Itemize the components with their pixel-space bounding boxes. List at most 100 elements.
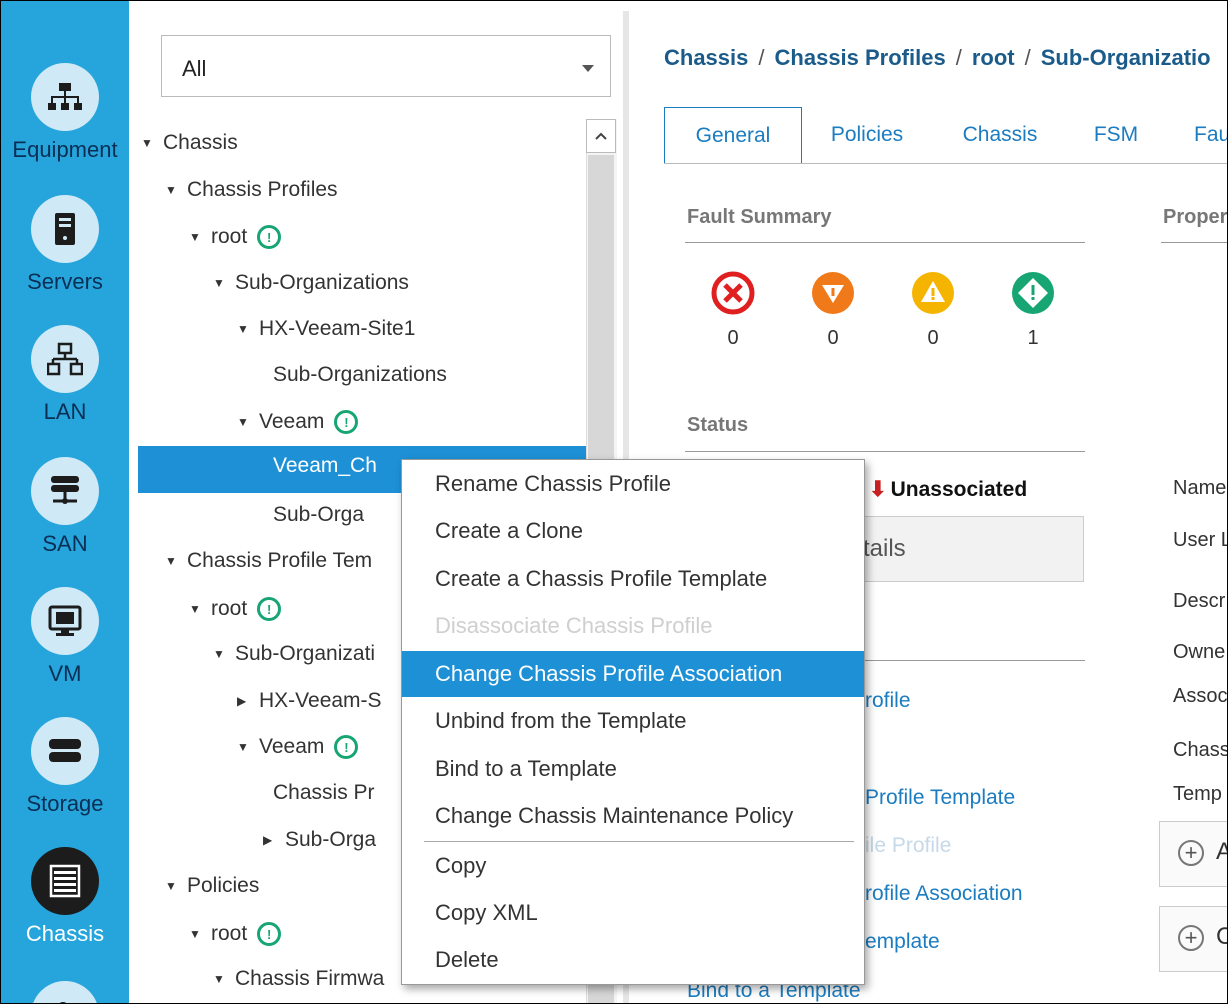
filter-dropdown[interactable]: All [161, 35, 611, 97]
menu-item-change-chassis-profile-association[interactable]: Change Chassis Profile Association [402, 651, 864, 697]
property-label: Assoc [1173, 685, 1228, 707]
action-link[interactable]: rofile Association [865, 882, 1023, 906]
tree-node[interactable]: Sub-Organizations [263, 355, 447, 395]
menu-item-delete[interactable]: Delete [402, 937, 864, 983]
details-label: tails [863, 535, 906, 562]
section-label: A [1216, 838, 1227, 866]
expand-caret-icon[interactable]: ▼ [213, 276, 235, 290]
minor-fault-icon[interactable] [911, 271, 955, 315]
expand-caret-icon[interactable]: ▼ [165, 183, 187, 197]
rail-item-lan[interactable]: LAN [1, 325, 129, 425]
status-value: ⬇ Unassociated [869, 477, 1027, 502]
menu-item-create-chassis-profile-template[interactable]: Create a Chassis Profile Template [402, 556, 864, 602]
plus-icon: + [1178, 840, 1204, 866]
scroll-up-button[interactable] [586, 119, 616, 153]
tree-node-label: Chassis Pr [273, 781, 375, 804]
menu-item-copy-xml[interactable]: Copy XML [402, 890, 864, 936]
tree-node-label: root [211, 597, 248, 620]
status-ok-icon: ! [257, 597, 282, 621]
tree-node[interactable]: ▼ root! [189, 589, 282, 629]
expand-caret-icon[interactable]: ▼ [237, 322, 259, 336]
expand-caret-icon[interactable]: ▼ [189, 602, 211, 616]
major-fault-icon[interactable] [811, 271, 855, 315]
collapse-caret-icon[interactable]: ▶ [237, 694, 259, 708]
expand-caret-icon[interactable]: ▼ [237, 740, 259, 754]
rail-item-vm[interactable]: VM [1, 587, 129, 687]
rail-label: Equipment [12, 137, 118, 162]
tree-node[interactable]: ▼ root! [189, 217, 282, 257]
tree-node[interactable]: ▼ Chassis Profile Tem [165, 541, 372, 581]
rail-label: Storage [26, 791, 104, 816]
tree-node[interactable]: ▼ Chassis Profiles [165, 170, 338, 210]
tree-node-label: HX-Veeam-Site1 [259, 317, 416, 340]
action-link[interactable]: Profile Template [865, 786, 1015, 810]
tree-node[interactable]: ▼ Chassis Firmwa [213, 959, 384, 999]
tree-node[interactable]: ▼ Chassis [141, 123, 238, 163]
tree-node[interactable]: ▼ Sub-Organizations [213, 263, 409, 303]
tab-policies[interactable]: Policies [814, 107, 920, 163]
expand-caret-icon[interactable]: ▼ [165, 879, 187, 893]
menu-item-change-chassis-maintenance-policy[interactable]: Change Chassis Maintenance Policy [402, 793, 864, 839]
status-ok-icon: ! [334, 410, 359, 434]
properties-title: Proper [1163, 206, 1228, 228]
breadcrumb: Chassis / Chassis Profiles / root / Sub-Organi… [664, 45, 1211, 71]
action-link[interactable]: emplate [865, 930, 940, 954]
tree-node[interactable]: ▶ Sub-Orga [263, 820, 376, 860]
down-arrow-icon: ⬇ [869, 478, 887, 501]
menu-item-bind-to-template[interactable]: Bind to a Template [402, 746, 864, 792]
menu-item-rename-chassis-profile[interactable]: Rename Chassis Profile [402, 461, 864, 507]
expand-caret-icon[interactable]: ▼ [141, 136, 163, 150]
tree-node[interactable]: ▼ root! [189, 914, 282, 954]
expand-caret-icon[interactable]: ▼ [213, 647, 235, 661]
major-fault-count: 0 [827, 327, 839, 349]
tree-node[interactable]: ▶ HX-Veeam-S [237, 681, 382, 721]
rail-item-san[interactable]: SAN [1, 457, 129, 557]
tree-node[interactable]: Sub-Orga [263, 495, 364, 535]
expand-caret-icon[interactable]: ▼ [189, 927, 211, 941]
rail-item-storage[interactable]: Storage [1, 717, 129, 817]
tree-node[interactable]: Chassis Pr [263, 773, 375, 813]
expand-caret-icon[interactable]: ▼ [213, 972, 235, 986]
collapse-caret-icon[interactable]: ▶ [263, 833, 285, 847]
expand-section-button[interactable]: + C [1159, 906, 1227, 972]
equipment-icon [31, 63, 99, 131]
rail-item-equipment[interactable]: Equipment [1, 63, 129, 163]
property-label: Name [1173, 477, 1227, 499]
action-link[interactable]: rofile [865, 689, 911, 713]
rail-item-servers[interactable]: Servers [1, 195, 129, 295]
tab-faults[interactable]: Fau [1178, 107, 1227, 163]
tab-general[interactable]: General [664, 107, 802, 163]
breadcrumb-item[interactable]: Chassis [664, 45, 748, 70]
critical-fault-icon[interactable] [711, 271, 755, 315]
rail-item-chassis[interactable]: Chassis [1, 847, 129, 947]
warning-fault-icon[interactable] [1011, 271, 1055, 315]
tree-node-label: root [211, 922, 248, 945]
tree-node[interactable]: Veeam_Ch [263, 446, 377, 486]
tree-node[interactable]: ▼ Veeam! [237, 402, 359, 442]
rail-label: SAN [42, 531, 88, 556]
rail-item-admin[interactable] [1, 981, 129, 1003]
tree-node-label: Chassis Profile Tem [187, 549, 373, 572]
tab-fsm[interactable]: FSM [1078, 107, 1154, 163]
breadcrumb-item[interactable]: Chassis Profiles [775, 45, 946, 70]
status-text: Unassociated [890, 478, 1028, 501]
tree-node[interactable]: ▼ HX-Veeam-Site1 [237, 309, 415, 349]
tree-node-label: Veeam [259, 735, 325, 758]
expand-caret-icon[interactable]: ▼ [189, 230, 211, 244]
property-label: Chass [1173, 739, 1228, 761]
expand-caret-icon[interactable]: ▼ [165, 554, 187, 568]
view-details-button[interactable]: tails [856, 516, 1084, 582]
status-ok-icon: ! [334, 735, 359, 759]
menu-item-unbind-from-template[interactable]: Unbind from the Template [402, 698, 864, 744]
expand-section-button[interactable]: + A [1159, 821, 1227, 887]
menu-item-create-clone[interactable]: Create a Clone [402, 508, 864, 554]
menu-item-copy[interactable]: Copy [402, 843, 864, 889]
tree-node[interactable]: ▼ Policies [165, 866, 259, 906]
expand-caret-icon[interactable]: ▼ [237, 415, 259, 429]
tree-node[interactable]: ▼ Veeam! [237, 727, 359, 767]
chassis-icon [31, 847, 99, 915]
tree-node[interactable]: ▼ Sub-Organizati [213, 634, 375, 674]
tab-chassis[interactable]: Chassis [948, 107, 1052, 163]
breadcrumb-item[interactable]: root [972, 45, 1015, 70]
breadcrumb-item[interactable]: Sub-Organizatio [1041, 45, 1211, 70]
